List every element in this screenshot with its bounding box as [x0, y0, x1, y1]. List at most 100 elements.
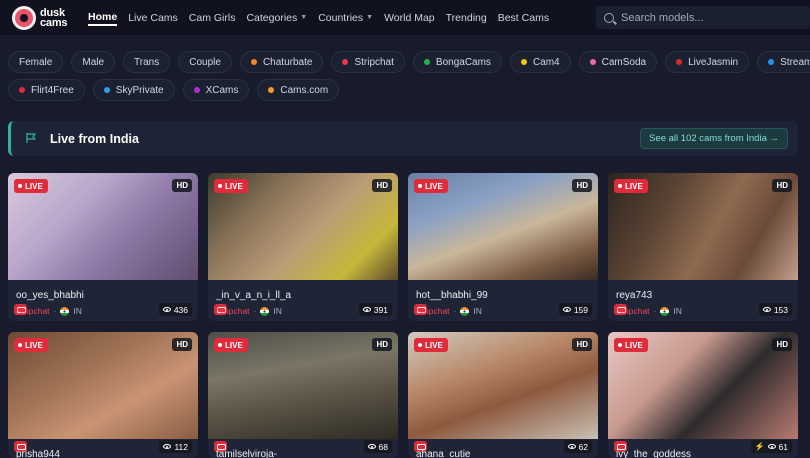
see-all-button[interactable]: See all 102 cams from India → — [640, 128, 788, 149]
logo-text-line2: cams — [40, 17, 68, 29]
cam-card[interactable]: LIVE HD 436 oo_yes_bhabhi Stripchat · IN — [8, 173, 198, 321]
search-box[interactable] — [596, 6, 810, 29]
filter-female[interactable]: Female — [8, 51, 64, 73]
cam-card[interactable]: LIVE HD 159 hot__bhabhi_99 Stripchat · IN — [408, 173, 598, 321]
model-username[interactable]: prisha944 — [16, 449, 60, 458]
model-username[interactable]: ivy_the_goddess — [616, 449, 691, 458]
filter-trans[interactable]: Trans — [123, 51, 171, 73]
live-badge: LIVE — [214, 179, 248, 193]
filter-bongacams[interactable]: BongaCams — [412, 51, 502, 73]
platform-name: Stripchat — [216, 306, 250, 316]
live-dot-icon — [418, 184, 422, 188]
hd-badge: HD — [572, 338, 592, 351]
card-meta: Stripchat · IN — [216, 306, 282, 316]
search-input[interactable] — [621, 11, 791, 24]
eye-icon — [162, 307, 171, 312]
filter-livejasmin[interactable]: LiveJasmin — [665, 51, 750, 73]
cam-card[interactable]: LIVE HD 62 ahana_cutie — [408, 332, 598, 458]
filter-row-1: Female Male Trans Couple Chaturbate Stri… — [8, 51, 810, 73]
live-dot-icon — [418, 343, 422, 347]
live-badge: LIVE — [614, 338, 648, 352]
live-dot-icon — [218, 184, 222, 188]
nav-categories[interactable]: Categories ▼ — [246, 12, 307, 24]
filter-chaturbate[interactable]: Chaturbate — [239, 51, 324, 73]
nav-home[interactable]: Home — [88, 11, 118, 26]
platform-dot-icon — [103, 87, 110, 93]
filter-cam4[interactable]: Cam4 — [509, 51, 571, 73]
filter-cams-com[interactable]: Cams.com — [257, 79, 340, 101]
viewer-count: 62 — [563, 440, 592, 453]
hd-badge: HD — [172, 338, 192, 351]
card-meta: Stripchat · IN — [16, 306, 82, 316]
filter-stripchat[interactable]: Stripchat — [331, 51, 405, 73]
viewer-count: 391 — [358, 303, 392, 316]
cam-card[interactable]: LIVE HD 112 prisha944 — [8, 332, 198, 458]
nav-cam-girls[interactable]: Cam Girls — [189, 12, 236, 24]
live-badge: LIVE — [14, 338, 48, 352]
filter-skyprivate[interactable]: SkyPrivate — [92, 79, 175, 101]
eye-icon — [163, 444, 172, 449]
filter-xcams[interactable]: XCams — [182, 79, 250, 101]
model-username[interactable]: ahana_cutie — [416, 449, 471, 458]
filter-flirt4free[interactable]: Flirt4Free — [8, 79, 85, 101]
filter-male[interactable]: Male — [71, 51, 116, 73]
nav-trending[interactable]: Trending — [446, 12, 487, 24]
platform-dot-icon — [423, 59, 430, 65]
eye-icon — [562, 307, 571, 312]
country-code: IN — [273, 306, 282, 316]
filter-row-2: Flirt4Free SkyPrivate XCams Cams.com — [8, 79, 808, 101]
nav-world-map[interactable]: World Map — [384, 12, 435, 24]
section-header: Live from India See all 102 cams from In… — [8, 121, 798, 156]
hd-badge: HD — [772, 179, 792, 192]
live-badge: LIVE — [414, 179, 448, 193]
card-meta: Stripchat · IN — [616, 306, 682, 316]
lightning-bolt-icon: ⚡ — [754, 442, 765, 451]
eye-icon — [567, 444, 576, 449]
cam-card[interactable]: LIVE HD 68 tamilselviroja- — [208, 332, 398, 458]
platform-name: Stripchat — [616, 306, 650, 316]
site-logo[interactable]: dusk cams — [12, 6, 68, 30]
model-username[interactable]: tamilselviroja- — [216, 449, 277, 458]
section-title: Live from India — [50, 132, 139, 146]
viewer-count: 112 — [159, 440, 192, 453]
platform-dot-icon — [193, 87, 200, 93]
cam-card[interactable]: LIVE HD 391 _in_v_a_n_i_ll_a Stripchat · I… — [208, 173, 398, 321]
live-badge: LIVE — [14, 179, 48, 193]
nav-countries[interactable]: Countries ▼ — [318, 12, 373, 24]
model-username[interactable]: hot__bhabhi_99 — [416, 290, 488, 301]
chevron-down-icon: ▼ — [366, 14, 374, 21]
nav-best-cams[interactable]: Best Cams — [498, 12, 549, 24]
platform-dot-icon — [676, 59, 683, 65]
platform-dot-icon — [589, 59, 596, 65]
model-username[interactable]: reya743 — [616, 290, 652, 301]
eye-icon — [767, 444, 776, 449]
top-navigation-bar: dusk cams Home Live Cams Cam Girls Categ… — [0, 0, 810, 35]
cam-card[interactable]: LIVE HD ⚡ 61 ivy_the_goddess — [608, 332, 798, 458]
search-icon — [604, 12, 614, 23]
india-flag-icon — [460, 306, 470, 316]
card-meta: Stripchat · IN — [416, 306, 482, 316]
main-nav: Home Live Cams Cam Girls Categories ▼ Cou… — [88, 0, 560, 35]
platform-dot-icon — [250, 59, 257, 65]
viewer-count: 153 — [758, 303, 792, 316]
hd-badge: HD — [772, 338, 792, 351]
model-username[interactable]: _in_v_a_n_i_ll_a — [216, 290, 291, 301]
country-code: IN — [473, 306, 482, 316]
live-dot-icon — [618, 184, 622, 188]
eye-icon — [762, 307, 771, 312]
india-flag-icon — [660, 306, 670, 316]
viewer-count: ⚡ 61 — [750, 440, 792, 453]
filter-chips: Female Male Trans Couple Chaturbate Stri… — [8, 51, 810, 107]
eye-icon — [362, 307, 371, 312]
viewer-count: 68 — [363, 440, 392, 453]
model-username[interactable]: oo_yes_bhabhi — [16, 290, 84, 301]
hd-badge: HD — [172, 179, 192, 192]
filter-camsoda[interactable]: CamSoda — [578, 51, 658, 73]
country-code: IN — [73, 306, 82, 316]
filter-couple[interactable]: Couple — [178, 51, 232, 73]
nav-live-cams[interactable]: Live Cams — [128, 12, 178, 24]
viewer-count: 436 — [158, 303, 192, 316]
platform-dot-icon — [520, 59, 527, 65]
filter-streamate[interactable]: Streamate — [757, 51, 810, 73]
cam-card[interactable]: LIVE HD 153 reya743 Stripchat · IN — [608, 173, 798, 321]
